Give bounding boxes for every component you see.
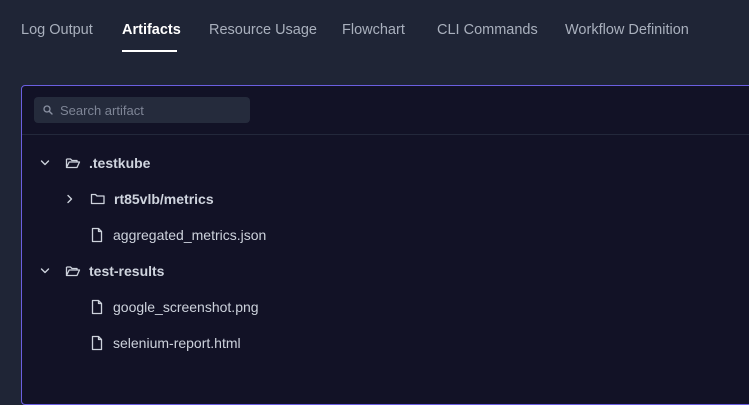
tree-file-selenium-report[interactable]: selenium-report.html bbox=[90, 333, 241, 353]
tree-item-label: google_screenshot.png bbox=[113, 299, 259, 315]
tab-artifacts[interactable]: Artifacts bbox=[122, 21, 181, 39]
tree-folder-test-results[interactable]: test-results bbox=[40, 261, 164, 281]
search-input[interactable] bbox=[60, 97, 246, 123]
tree-folder-rt85vlb-metrics[interactable]: rt85vlb/metrics bbox=[65, 189, 214, 209]
active-tab-indicator bbox=[122, 50, 177, 52]
tree-item-label: aggregated_metrics.json bbox=[113, 227, 267, 243]
tree-item-label: rt85vlb/metrics bbox=[114, 191, 214, 207]
file-icon bbox=[91, 299, 103, 315]
tab-workflow-definition[interactable]: Workflow Definition bbox=[565, 21, 689, 39]
file-icon bbox=[91, 335, 103, 351]
folder-icon bbox=[90, 193, 105, 205]
tab-resource-usage[interactable]: Resource Usage bbox=[209, 21, 317, 39]
tab-log-output[interactable]: Log Output bbox=[21, 21, 93, 39]
chevron-down-icon[interactable] bbox=[40, 266, 50, 276]
file-icon bbox=[91, 227, 103, 243]
artifacts-panel: .testkube rt85vlb/metrics aggregated_met… bbox=[21, 85, 749, 405]
tab-bar: Log Output Artifacts Resource Usage Flow… bbox=[0, 0, 749, 58]
search-icon bbox=[43, 105, 53, 115]
tab-flowchart[interactable]: Flowchart bbox=[342, 21, 405, 39]
tree-file-aggregated-metrics[interactable]: aggregated_metrics.json bbox=[90, 225, 266, 245]
folder-open-icon bbox=[65, 158, 81, 169]
tab-cli-commands[interactable]: CLI Commands bbox=[437, 21, 538, 39]
chevron-down-icon[interactable] bbox=[40, 158, 50, 168]
tree-file-google-screenshot[interactable]: google_screenshot.png bbox=[90, 297, 259, 317]
tree-item-label: .testkube bbox=[89, 155, 151, 171]
folder-open-icon bbox=[65, 266, 81, 277]
search-box[interactable] bbox=[34, 97, 250, 123]
panel-divider bbox=[22, 134, 749, 135]
tree-item-label: test-results bbox=[89, 263, 165, 279]
tree-folder-testkube[interactable]: .testkube bbox=[40, 153, 150, 173]
chevron-right-icon[interactable] bbox=[65, 194, 75, 204]
tree-item-label: selenium-report.html bbox=[113, 335, 241, 351]
